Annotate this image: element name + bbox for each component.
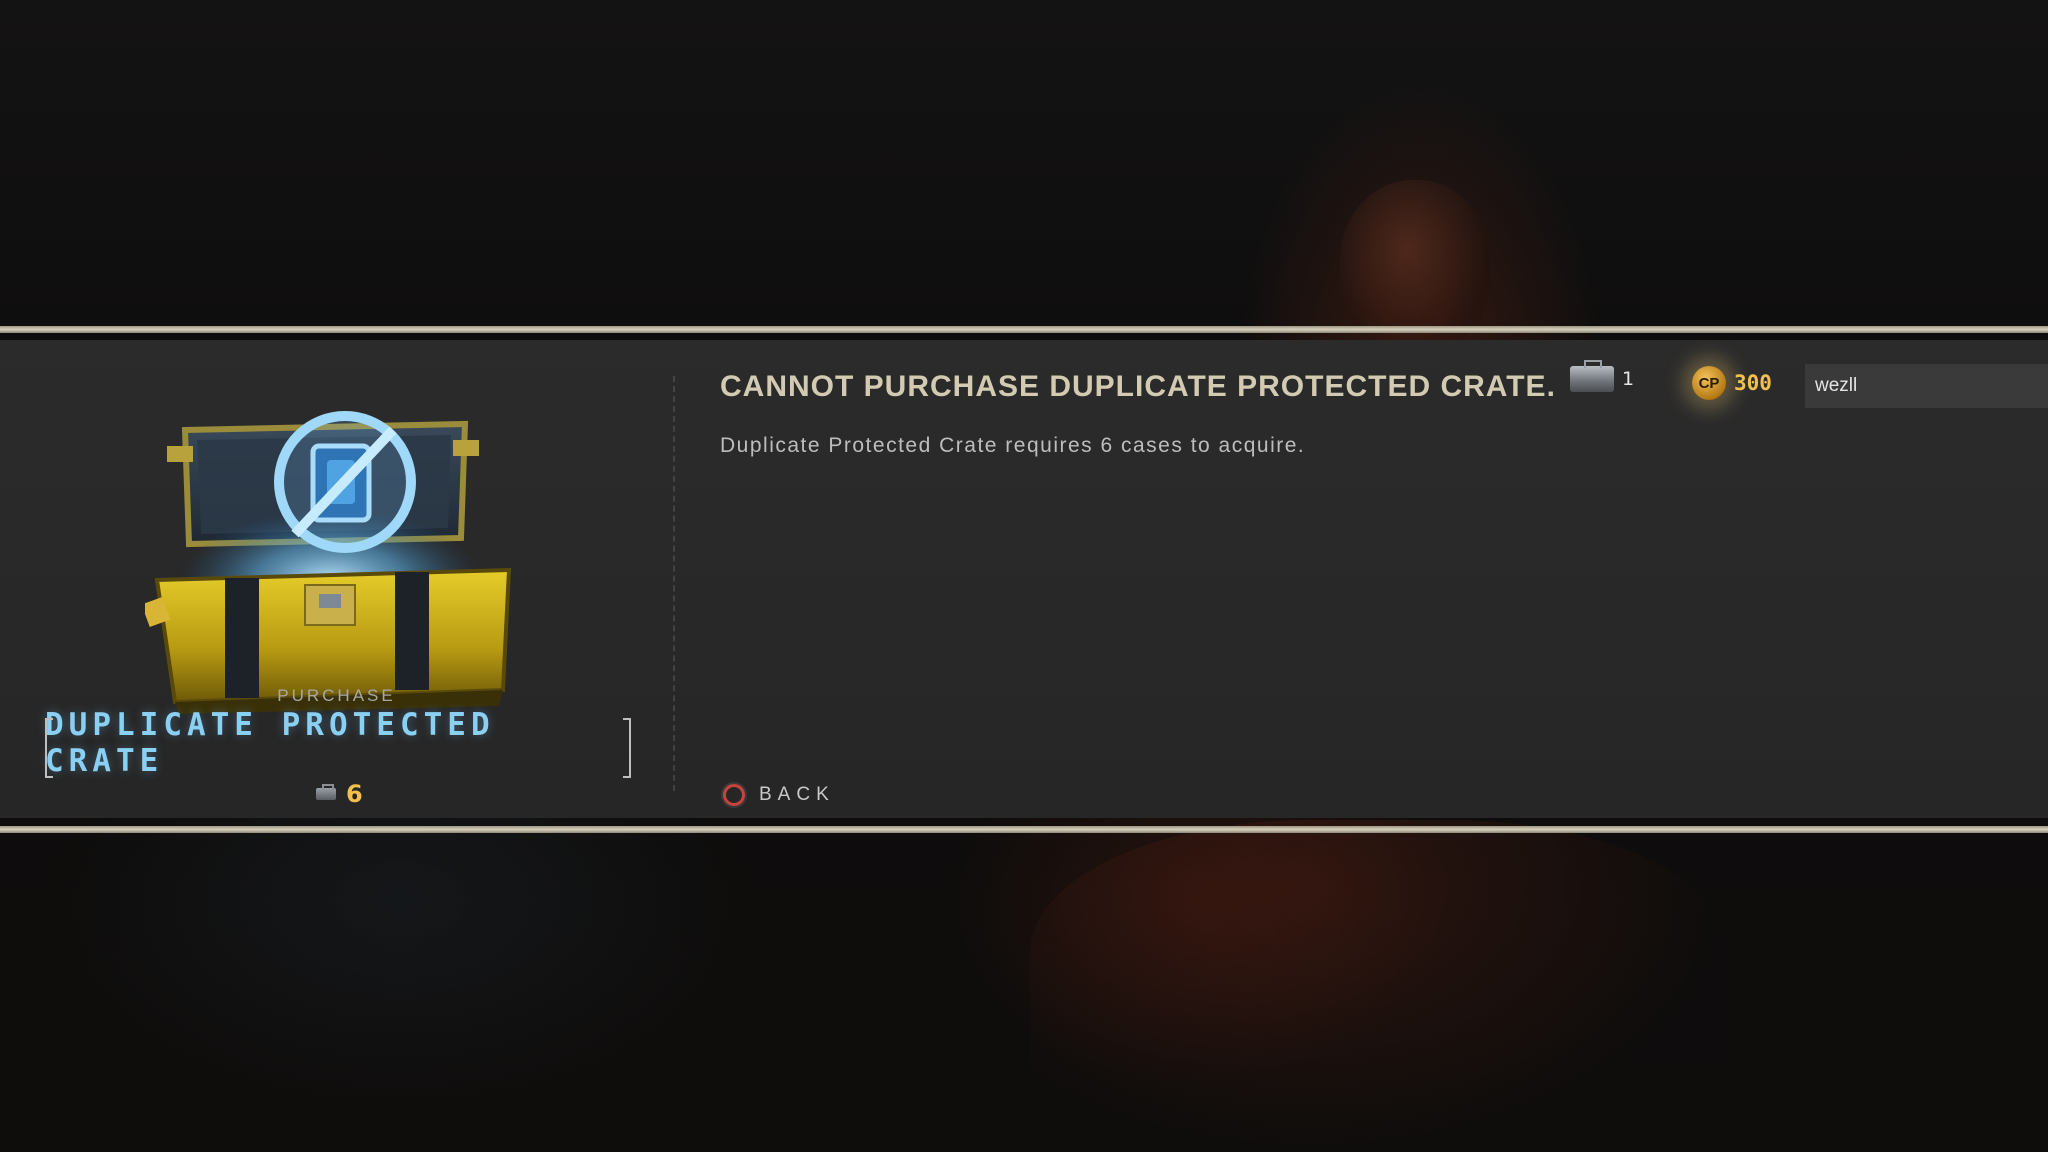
error-description: Duplicate Protected Crate requires 6 cas… xyxy=(720,434,1306,457)
case-icon xyxy=(1570,360,1614,392)
purchase-label: PURCHASE xyxy=(277,686,396,705)
band-bottom-rule xyxy=(0,826,2048,833)
panel-divider xyxy=(673,376,675,791)
cases-count: 1 xyxy=(1622,368,1635,390)
crate-cost: 6 xyxy=(316,780,363,808)
cp-value: 300 xyxy=(1734,371,1772,395)
back-button[interactable]: BACK xyxy=(723,784,835,806)
band-top-rule xyxy=(0,326,2048,333)
bracket-left xyxy=(45,718,53,778)
cp-balance: CP 300 xyxy=(1692,366,1772,400)
crate-name-button[interactable]: DUPLICATE PROTECTED CRATE xyxy=(45,707,631,779)
cp-coin-icon: CP xyxy=(1692,366,1726,400)
player-name: wezll xyxy=(1815,375,1858,396)
background-character-body xyxy=(1030,820,1730,1152)
error-title: CANNOT PURCHASE DUPLICATE PROTECTED CRAT… xyxy=(720,370,1556,403)
case-icon xyxy=(316,784,336,800)
back-label: BACK xyxy=(759,784,835,805)
crate-name: DUPLICATE PROTECTED CRATE xyxy=(45,707,495,779)
bracket-right xyxy=(623,718,631,778)
circle-button-icon xyxy=(723,784,745,806)
cases-balance: 1 xyxy=(1570,360,1635,392)
duplicate-protected-crate-icon xyxy=(141,410,525,720)
purchase-dialog: PURCHASE DUPLICATE PROTECTED CRATE 6 CAN… xyxy=(0,340,2048,818)
crate-cost-value: 6 xyxy=(346,780,363,808)
player-name-tag: wezll xyxy=(1805,364,2048,408)
background-character-head xyxy=(1340,180,1490,350)
